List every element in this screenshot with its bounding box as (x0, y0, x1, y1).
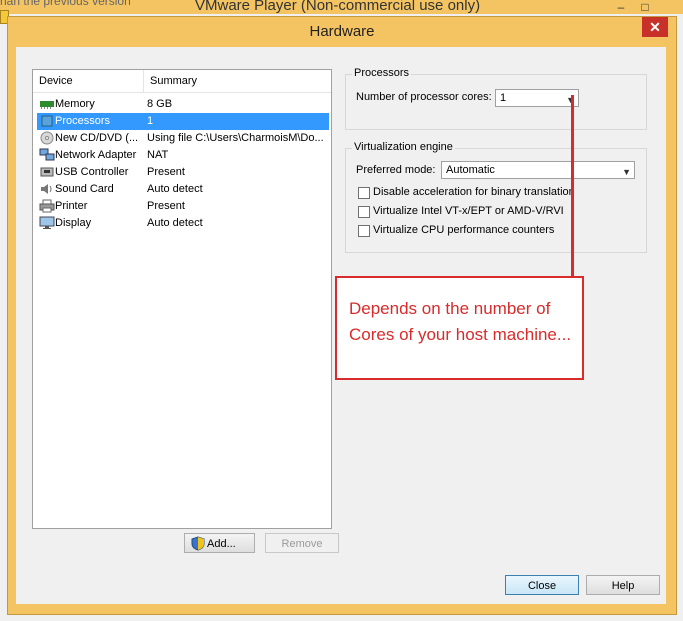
help-button[interactable]: Help (586, 575, 660, 595)
device-name: Printer (55, 200, 88, 212)
device-list[interactable]: Device Summary Memory 8 GB Processors 1 … (32, 69, 332, 529)
device-list-header: Device Summary (33, 70, 331, 93)
display-icon (39, 216, 55, 229)
dialog-title: Hardware (309, 23, 375, 40)
device-summary: Using file C:\Users\CharmoisM\Do... (147, 132, 324, 144)
sound-icon (41, 184, 52, 194)
maximize-icon[interactable]: □ (634, 0, 656, 14)
close-icon[interactable]: ✕ (642, 17, 668, 37)
device-summary: Present (147, 200, 185, 212)
annotation-callout: Depends on the number of Cores of your h… (335, 276, 584, 380)
preferred-mode-label: Preferred mode: (356, 164, 436, 176)
cpu-counters-label: Virtualize CPU performance counters (373, 224, 555, 236)
cd-dvd-icon (40, 131, 54, 145)
cores-select[interactable]: 1 ▼ (495, 89, 579, 107)
virtualization-group-title: Virtualization engine (352, 141, 455, 153)
network-icon (39, 148, 55, 161)
column-header-summary[interactable]: Summary (144, 70, 330, 92)
usb-icon (40, 167, 54, 177)
processor-icon (41, 115, 53, 127)
binary-translation-label: Disable acceleration for binary translat… (373, 186, 575, 198)
vtx-ept-label: Virtualize Intel VT-x/EPT or AMD-V/RVI (373, 205, 564, 217)
list-item-printer[interactable]: Printer Present (37, 198, 329, 215)
minimize-icon[interactable]: – (610, 0, 632, 14)
printer-icon (39, 199, 55, 213)
device-summary: 8 GB (147, 98, 173, 110)
list-item-processors[interactable]: Processors 1 (37, 113, 329, 130)
background-top-text: nan the previous version (0, 0, 131, 8)
list-item-network-adapter[interactable]: Network Adapter NAT (37, 147, 329, 164)
add-button[interactable]: Add... (184, 533, 255, 553)
shield-icon (191, 536, 205, 551)
device-name: USB Controller (55, 166, 129, 178)
cores-value: 1 (500, 92, 507, 104)
list-item-display[interactable]: Display Auto detect (37, 215, 329, 232)
device-summary: Auto detect (147, 183, 203, 195)
device-name: Display (55, 217, 92, 229)
background-title: VMware Player (Non-commercial use only) (195, 0, 481, 14)
annotation-text: Depends on the number of Cores of your h… (349, 299, 572, 344)
add-button-label: Add... (207, 538, 236, 550)
remove-button[interactable]: Remove (265, 533, 339, 553)
cpu-counters-checkbox[interactable] (358, 225, 370, 237)
annotation-connector (571, 95, 574, 276)
device-summary: NAT (147, 149, 169, 161)
device-name: Network Adapter (55, 149, 137, 161)
chevron-down-icon: ▼ (622, 167, 631, 177)
processors-group-title: Processors (352, 67, 412, 79)
cores-label: Number of processor cores: (356, 91, 492, 103)
device-summary: Auto detect (147, 217, 203, 229)
device-name: Sound Card (55, 183, 114, 195)
device-name: Memory (55, 98, 95, 110)
virtualization-group: Virtualization engine Preferred mode: Au… (345, 141, 647, 253)
device-name: New CD/DVD (... (55, 132, 139, 144)
list-item-cd-dvd[interactable]: New CD/DVD (... Using file C:\Users\Char… (37, 130, 329, 147)
column-header-device[interactable]: Device (33, 70, 144, 92)
vtx-ept-checkbox[interactable] (358, 206, 370, 218)
preferred-mode-value: Automatic (446, 164, 495, 176)
device-summary: Present (147, 166, 185, 178)
close-button[interactable]: Close (505, 575, 579, 595)
processors-group: Processors Number of processor cores: 1 … (345, 67, 647, 130)
preferred-mode-select[interactable]: Automatic ▼ (441, 161, 635, 179)
list-item-usb-controller[interactable]: USB Controller Present (37, 164, 329, 181)
list-item-sound-card[interactable]: Sound Card Auto detect (37, 181, 329, 198)
device-name: Processors (55, 115, 111, 127)
memory-icon (40, 101, 54, 109)
binary-translation-checkbox[interactable] (358, 187, 370, 199)
device-summary: 1 (147, 115, 154, 127)
list-item-memory[interactable]: Memory 8 GB (37, 96, 329, 113)
